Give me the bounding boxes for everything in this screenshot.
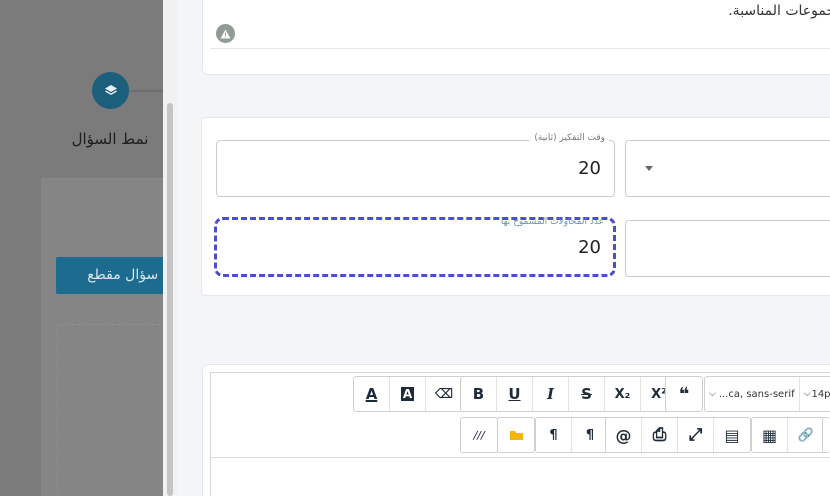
- bold-button[interactable]: B: [461, 377, 497, 411]
- eraser-button[interactable]: ⌫: [426, 377, 462, 411]
- toolbar-group-color: A A ⌫: [353, 376, 463, 412]
- bold-icon: B: [472, 385, 485, 403]
- layers-icon: [104, 84, 117, 95]
- chevron-down-icon: ⌵: [709, 389, 716, 399]
- highlight-color-button[interactable]: A: [390, 377, 426, 411]
- text-field[interactable]: [625, 220, 830, 277]
- font-family-value: ...ca, sans-serif: [718, 388, 795, 400]
- think-time-value: 20: [578, 158, 601, 179]
- file-manager-button[interactable]: [498, 418, 534, 452]
- strikethrough-button[interactable]: S: [569, 377, 605, 411]
- template-button[interactable]: ▤: [714, 418, 750, 452]
- toolbar-group-direction: ¶ ¶: [535, 417, 609, 453]
- italic-icon: I: [546, 385, 555, 403]
- link-button[interactable]: 🔗: [788, 418, 824, 452]
- template-icon: ▤: [724, 425, 740, 445]
- italic-button[interactable]: I: [533, 377, 569, 411]
- toolbar-group-format: B U I S X₂ X²: [460, 376, 678, 412]
- mention-button[interactable]: @: [606, 418, 642, 452]
- stepper-step-question-type: [92, 72, 129, 109]
- folder-icon: [509, 430, 523, 440]
- toolbar-group-overflow: [822, 417, 830, 453]
- print-button[interactable]: ⎙: [642, 418, 678, 452]
- strikethrough-icon: S: [581, 385, 592, 403]
- toolbar-group-font: ⌵ ...ca, sans-serif ⌵ 14p: [704, 376, 830, 412]
- ltr-icon: ¶: [549, 427, 558, 443]
- allowed-attempts-field[interactable]: عدد المحاولات المسموح بها 20: [214, 217, 616, 277]
- background-dropzone: [57, 324, 170, 496]
- underline-icon: U: [508, 385, 521, 403]
- underline-button[interactable]: U: [497, 377, 533, 411]
- top-card: مجموعات المناسبة.: [202, 0, 830, 75]
- chevron-down-icon: [645, 166, 653, 171]
- source-code-button[interactable]: ///: [461, 418, 497, 452]
- font-color-icon: A: [365, 385, 378, 403]
- link-icon: 🔗: [797, 427, 815, 443]
- highlight-icon: A: [400, 387, 415, 401]
- stepper-label: نمط السؤال: [71, 130, 149, 148]
- at-icon: @: [615, 425, 632, 445]
- allowed-attempts-value: 20: [578, 236, 601, 258]
- rtl-direction-button[interactable]: ¶: [572, 418, 608, 452]
- subscript-icon: X₂: [614, 386, 631, 402]
- toolbar-group-quote: ❝: [665, 376, 703, 412]
- top-card-divider: [210, 48, 830, 49]
- add-cut-question-button[interactable]: ة سؤال مقطع: [56, 257, 170, 294]
- fullscreen-button[interactable]: ⤢: [678, 418, 714, 452]
- top-card-text: مجموعات المناسبة.: [728, 3, 830, 19]
- code-icon: ///: [473, 428, 485, 442]
- font-family-select[interactable]: ⌵ ...ca, sans-serif: [705, 377, 800, 411]
- expand-icon: ⤢: [688, 425, 703, 445]
- subscript-button[interactable]: X₂: [605, 377, 641, 411]
- warning-icon[interactable]: [216, 24, 235, 43]
- print-icon: ⎙: [652, 425, 667, 445]
- font-size-value: 14p: [811, 388, 830, 400]
- table-icon: ▦: [761, 425, 778, 445]
- eraser-icon: ⌫: [434, 386, 454, 402]
- chevron-down-icon: ⌵: [803, 389, 811, 399]
- rtl-icon: ¶: [585, 427, 595, 443]
- font-size-select[interactable]: ⌵ 14p: [800, 377, 830, 411]
- font-color-button[interactable]: A: [354, 377, 390, 411]
- table-button[interactable]: ▦: [752, 418, 788, 452]
- toolbar-group-insert: @ ⎙ ⤢ ▤: [605, 417, 751, 453]
- drawer-scrollbar-thumb[interactable]: [167, 103, 173, 496]
- think-time-field[interactable]: وقت التفكير (ثانية) 20: [216, 133, 615, 197]
- dropdown-field[interactable]: [625, 140, 830, 197]
- toolbar-group-table: ▦ 🔗: [751, 417, 825, 453]
- ltr-direction-button[interactable]: ¶: [536, 418, 572, 452]
- blockquote-button[interactable]: ❝: [666, 377, 702, 411]
- toolbar-group-file: [497, 417, 535, 453]
- quote-icon: ❝: [678, 383, 690, 405]
- toolbar-group-code: ///: [460, 417, 498, 453]
